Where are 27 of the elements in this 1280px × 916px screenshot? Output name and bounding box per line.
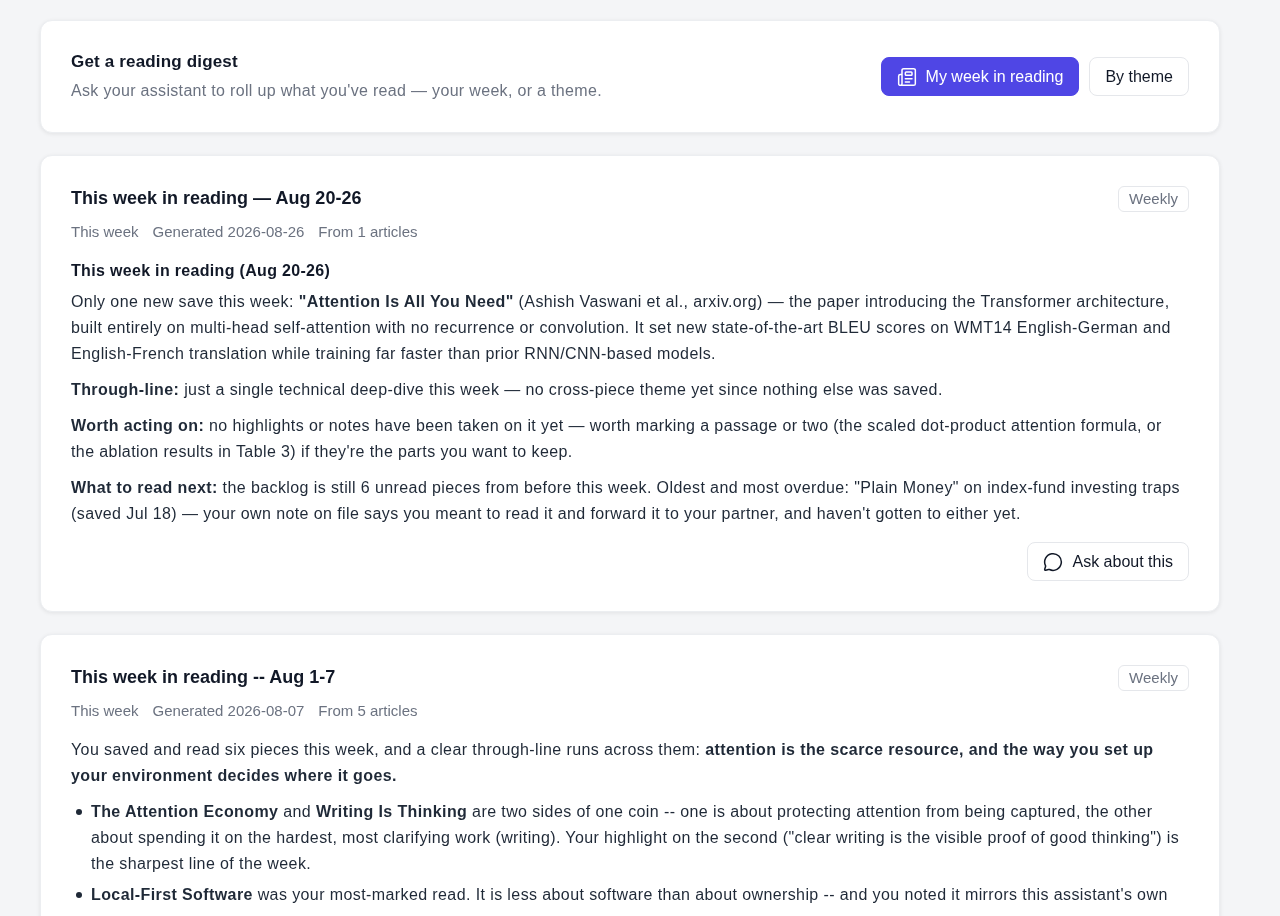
- weekly-tag: Weekly: [1118, 186, 1189, 212]
- ask-about-button[interactable]: Ask about this: [1026, 542, 1189, 581]
- card-title: Get a reading digest: [71, 51, 239, 73]
- paragraph: You saved and read six pieces this week, and a clear through-line runs across them: attention is the scarce resource, and the way you set up your environment decides where it goes.: [71, 740, 1155, 786]
- paragraph: What to read next: the backlog is still 6 unread pieces from before this week. Oldest and most overdue: "Plain Money" on index-fund investing traps (saved Jul 18) — your own note on file says you meant to read it and forward it to your partner, and haven't gotten to either yet.: [71, 478, 1181, 524]
- meta-text: From 1 articles: [318, 222, 418, 242]
- meta-text: This week: [71, 701, 139, 721]
- card-subtitle: Ask your assistant to roll up what you've read — your week, or a theme.: [71, 81, 602, 101]
- by-theme-button[interactable]: By theme: [1089, 57, 1189, 96]
- weekly-tag: Weekly: [1118, 665, 1189, 691]
- section-heading: This week in reading (Aug 20-26): [71, 261, 332, 281]
- my-week-button[interactable]: My week in reading: [880, 57, 1080, 96]
- list-item: The Attention Economy and Writing Is Thinking are two sides of one coin -- one is about protecting attention from being captured, the other about spending it on the hardest, most clarifying work (writing). Your highlight on the second ("clear writing is the visible proof of good thinking") is the sharpest line of the week.: [91, 802, 1181, 874]
- meta-text: From 5 articles: [318, 701, 418, 721]
- speech-bubble-icon: [1042, 551, 1063, 572]
- digest-title: This week in reading -- Aug 1-7: [71, 666, 336, 689]
- newspaper-icon: [896, 66, 917, 87]
- meta-text: Generated 2026-08-26: [152, 222, 305, 242]
- paragraph: Through-line: just a single technical deep-dive this week — no cross-piece theme yet since nothing else was saved.: [71, 380, 944, 400]
- meta-text: Generated 2026-08-07: [152, 701, 305, 721]
- paragraph: Only one new save this week: "Attention Is All You Need" (Ashish Vaswani et al., arxiv.org) — the paper introducing the Transformer architecture, built entirely on multi-head self-attention with no recurrence or convolution. It set new state-of-the-art BLEU scores on WMT14 English-German and English-French translation while training far faster than prior RNN/CNN-based models.: [71, 292, 1172, 364]
- bullet-icon: [76, 892, 82, 898]
- list-item: Local-First Software was your most-marked read. It is less about software than about ownership -- and you noted it mirrors this assistant's own: [91, 885, 1168, 905]
- paragraph: Worth acting on: no highlights or notes have been taken on it yet — worth marking a passage or two (the scaled dot-product attention formula, or the ablation results in Table 3) if they're the parts you want to keep.: [71, 416, 1163, 462]
- digest-title: This week in reading — Aug 20-26: [71, 187, 362, 210]
- bullet-icon: [76, 809, 82, 815]
- meta-text: This week: [71, 222, 139, 242]
